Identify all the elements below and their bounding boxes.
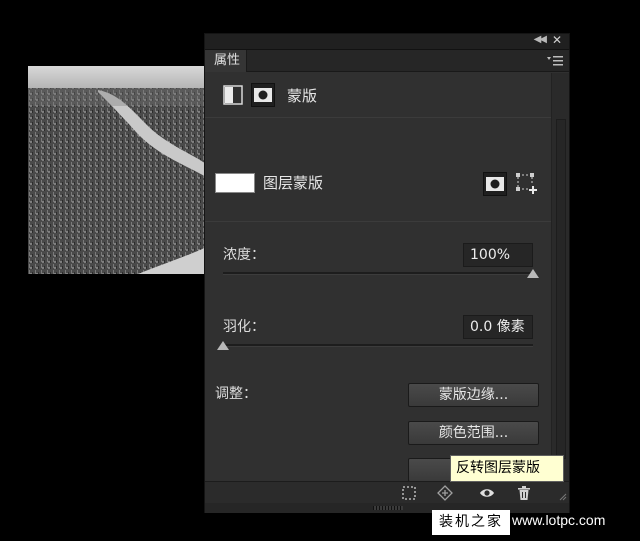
mask-type-label: 图层蒙版 [263, 174, 324, 192]
panel-titlebar: ◀◀ ✕ [205, 33, 569, 50]
feather-slider-track[interactable] [223, 344, 533, 347]
panel-tab-row: 属性 [205, 50, 569, 72]
tab-properties[interactable]: 属性 [205, 50, 247, 72]
visibility-eye-icon[interactable] [479, 485, 495, 501]
scrollbar-thumb[interactable] [556, 119, 566, 459]
background-photo [28, 66, 208, 274]
density-slider-track[interactable] [223, 272, 533, 275]
density-label: 浓度： [223, 247, 265, 263]
feather-slider-handle[interactable] [217, 341, 229, 350]
mask-edge-button[interactable]: 蒙版边缘... [408, 383, 539, 407]
density-input[interactable]: 100% [463, 243, 533, 267]
panel-content: 蒙版 图层蒙版 浓度： 100% 羽化： 0.0 像素 调整： 蒙版边缘... … [205, 73, 551, 482]
pixel-mask-icon[interactable] [483, 172, 507, 196]
trash-icon[interactable] [516, 485, 532, 501]
adjustment-mode-icon[interactable] [221, 83, 245, 107]
double-chevron-left-icon[interactable]: ◀◀ [534, 34, 547, 45]
feather-label: 羽化： [223, 319, 265, 335]
mask-thumbnail[interactable] [215, 173, 255, 193]
tooltip: 反转图层蒙版 [450, 455, 564, 482]
panel-scrollbar[interactable] [551, 73, 569, 481]
density-slider-handle[interactable] [527, 269, 539, 278]
load-selection-icon[interactable] [401, 485, 417, 501]
watermark-site-name: 装机之家 [432, 510, 510, 535]
divider [205, 117, 551, 118]
vector-mask-icon[interactable] [515, 172, 539, 196]
mode-label: 蒙版 [287, 87, 318, 105]
panel-bottom-bar [205, 481, 569, 503]
panel-menu-icon[interactable] [547, 55, 563, 67]
resize-grip-icon[interactable] [557, 491, 567, 501]
color-range-button[interactable]: 颜色范围... [408, 421, 539, 445]
adjust-label: 调整： [215, 386, 257, 402]
panel-drag-grip[interactable] [373, 506, 403, 510]
watermark-url: www.lotpc.com [512, 512, 606, 528]
properties-panel: ◀◀ ✕ 属性 蒙版 图层蒙版 浓度： 100% 羽化： 0.0 像素 调整： … [204, 33, 570, 513]
mask-mode-icon[interactable] [251, 83, 275, 107]
close-icon[interactable]: ✕ [552, 33, 562, 47]
divider [205, 221, 551, 222]
apply-mask-icon[interactable] [437, 485, 453, 501]
feather-input[interactable]: 0.0 像素 [463, 315, 533, 339]
